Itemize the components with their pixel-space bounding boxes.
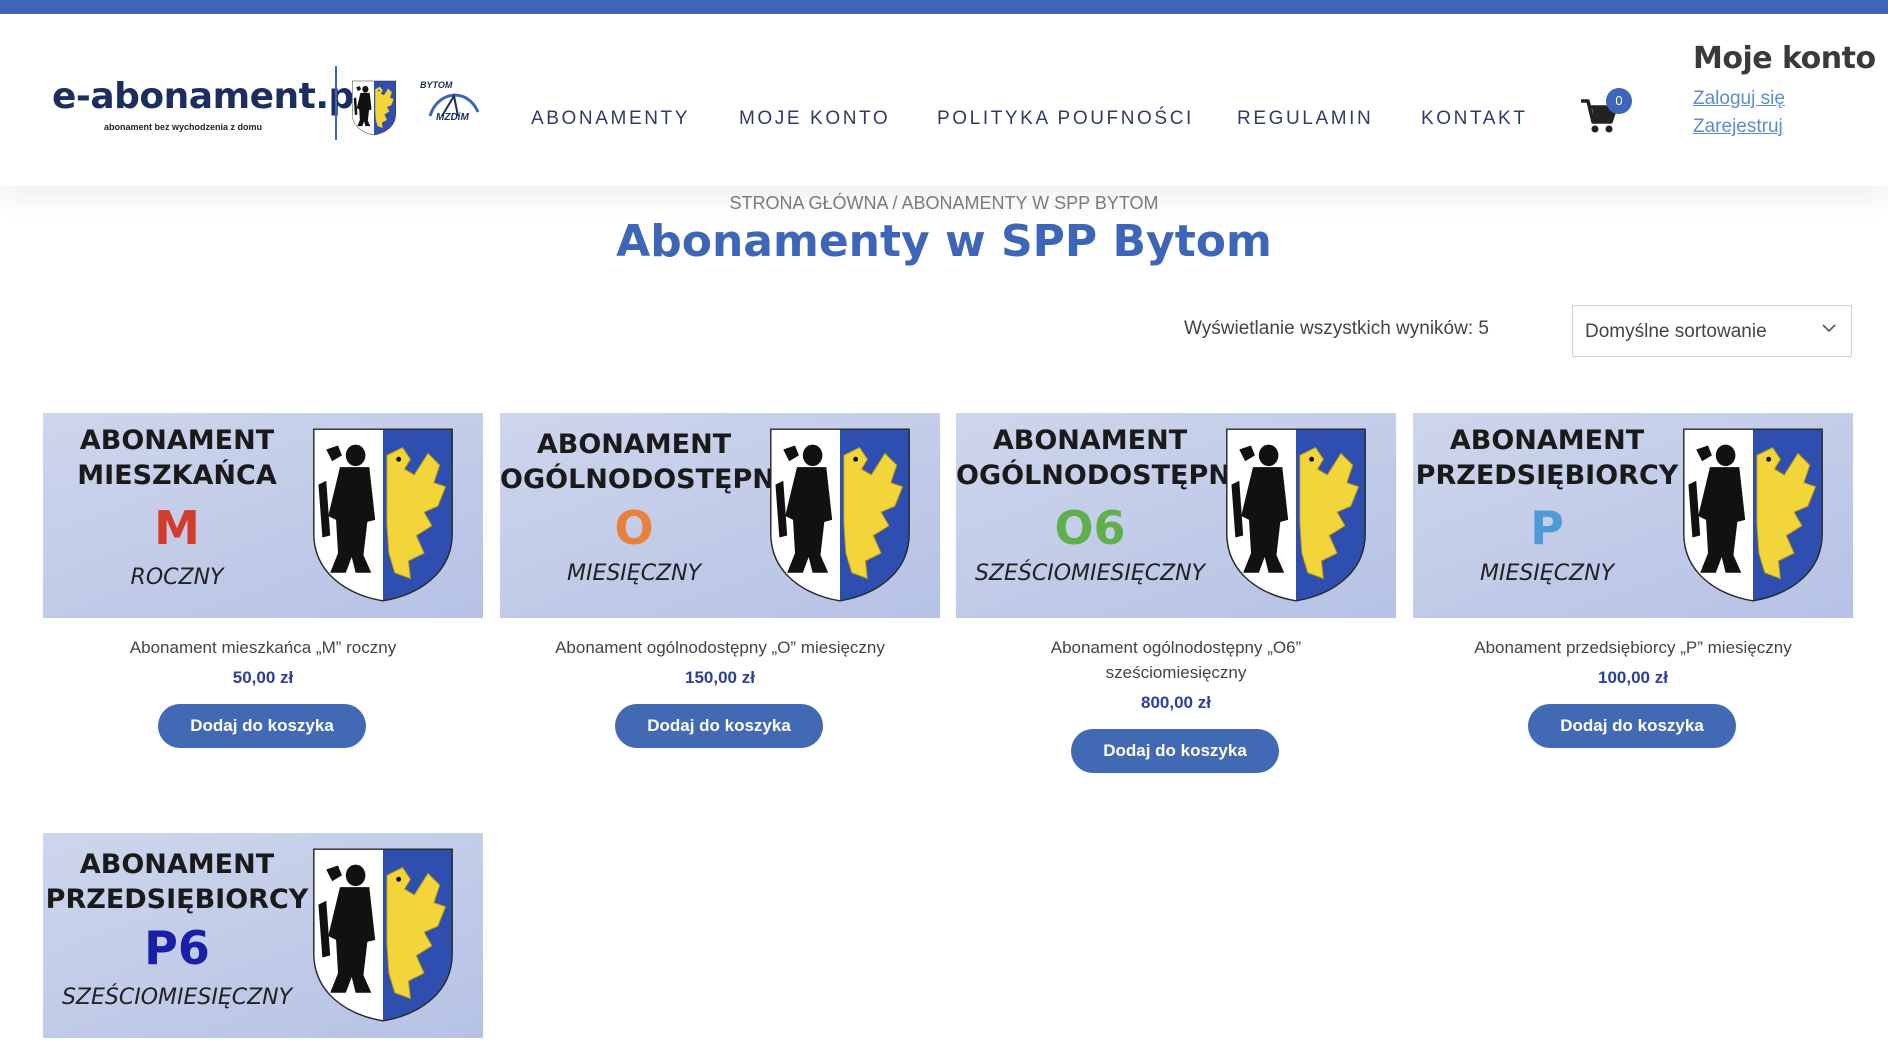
bytom-crest-icon: [313, 848, 453, 1022]
logo-wordmark: e-abonament.pl: [52, 76, 366, 117]
bytom-crest-icon: [770, 428, 910, 602]
banner-line2: PRZEDSIĘBIORCY: [45, 884, 309, 915]
page-title: Abonamenty w SPP Bytom: [616, 216, 1272, 267]
product-price: 100,00 zł: [1598, 668, 1668, 687]
product-image[interactable]: ABONAMENT MIESZKAŃCA M ROCZNY: [43, 413, 483, 618]
product-image[interactable]: ABONAMENT PRZEDSIĘBIORCY P MIESIĘCZNY: [1413, 413, 1853, 618]
results-count: Wyświetlanie wszystkich wyników: 5: [1184, 318, 1489, 339]
breadcrumb-home[interactable]: STRONA GŁÓWNA: [729, 193, 887, 213]
chevron-down-icon: [1822, 324, 1836, 333]
product-price: 50,00 zł: [232, 668, 294, 687]
banner-period: SZEŚCIOMIESIĘCZNY: [61, 985, 293, 1010]
sort-select[interactable]: Domyślne sortowanie: [1572, 305, 1852, 357]
banner-line2: MIESZKAŃCA: [77, 460, 277, 491]
banner-letter: O: [614, 501, 654, 555]
product-name[interactable]: Abonament mieszkańca „M” roczny: [43, 635, 483, 660]
bytom-crest-icon: [1683, 428, 1823, 602]
add-to-cart-button[interactable]: Dodaj do koszyka: [158, 704, 366, 748]
breadcrumb: STRONA GŁÓWNA / ABONAMENTY W SPP BYTOM: [0, 193, 1888, 214]
banner-period: MIESIĘCZNY: [566, 561, 702, 586]
banner-letter: P6: [144, 921, 210, 975]
banner-letter: P: [1530, 501, 1564, 555]
banner-line1: ABONAMENT: [992, 425, 1188, 456]
mzdim-logo: BYTOM MZDiM: [420, 80, 482, 130]
banner-period: SZEŚCIOMIESIĘCZNY: [974, 561, 1206, 586]
sort-selected-value: Domyślne sortowanie: [1585, 321, 1767, 342]
site-header: e-abonament.pl abonament bez wychodzenia…: [0, 14, 1888, 186]
mzdim-logo-name: MZDiM: [436, 112, 469, 123]
site-logo[interactable]: e-abonament.pl abonament bez wychodzenia…: [52, 66, 492, 156]
product-price: 150,00 zł: [685, 668, 755, 687]
logo-tagline: abonament bez wychodzenia z domu: [104, 122, 263, 132]
product-image[interactable]: ABONAMENT PRZEDSIĘBIORCY P6 SZEŚCIOMIESI…: [43, 833, 483, 1038]
nav-kontakt[interactable]: KONTAKT: [1421, 108, 1528, 130]
bytom-crest-icon: [313, 428, 453, 602]
banner-letter: M: [154, 501, 200, 555]
register-link[interactable]: Zarejestruj: [1693, 116, 1783, 138]
account-title: Moje konto: [1693, 41, 1876, 76]
banner-period: ROCZNY: [130, 565, 224, 590]
product-name[interactable]: Abonament przedsiębiorcy „P” miesięczny: [1413, 635, 1853, 660]
breadcrumb-separator: /: [887, 193, 902, 213]
login-link[interactable]: Zaloguj się: [1693, 88, 1785, 110]
banner-line1: ABONAMENT: [79, 849, 275, 880]
nav-polityka-poufnosci[interactable]: POLITYKA POUFNOŚCI: [937, 108, 1194, 130]
banner-letter: O6: [1054, 501, 1126, 555]
add-to-cart-button[interactable]: Dodaj do koszyka: [1528, 704, 1736, 748]
banner-line1: ABONAMENT: [79, 425, 275, 456]
add-to-cart-button[interactable]: Dodaj do koszyka: [1071, 729, 1279, 773]
banner-line2: OGÓLNODOSTĘPNY: [500, 464, 795, 495]
product-name[interactable]: Abonament ogólnodostępny „O” miesięczny: [500, 635, 940, 660]
banner-period: MIESIĘCZNY: [1479, 561, 1615, 586]
logo-divider: [335, 66, 337, 140]
nav-regulamin[interactable]: REGULAMIN: [1237, 108, 1373, 130]
banner-line1: ABONAMENT: [1449, 425, 1645, 456]
product-name-line1[interactable]: Abonament ogólnodostępny „O6”: [956, 635, 1396, 660]
product-price: 800,00 zł: [1141, 693, 1211, 712]
banner-line1: ABONAMENT: [536, 429, 732, 460]
banner-line2: OGÓLNODOSTĘPNY: [956, 460, 1251, 491]
nav-moje-konto[interactable]: MOJE KONTO: [739, 108, 890, 130]
cart-count-badge: 0: [1606, 88, 1632, 114]
top-accent-bar: [0, 0, 1888, 14]
bytom-crest-icon: [1226, 428, 1366, 602]
add-to-cart-button[interactable]: Dodaj do koszyka: [615, 704, 823, 748]
product-image[interactable]: ABONAMENT OGÓLNODOSTĘPNY O6 SZEŚCIOMIESI…: [956, 413, 1396, 618]
bytom-crest-icon: [352, 80, 396, 136]
product-image[interactable]: ABONAMENT OGÓLNODOSTĘPNY O MIESIĘCZNY: [500, 413, 940, 618]
nav-abonamenty[interactable]: ABONAMENTY: [531, 108, 690, 130]
product-name-line2[interactable]: sześciomiesięczny: [956, 660, 1396, 685]
breadcrumb-current: ABONAMENTY W SPP BYTOM: [901, 193, 1159, 213]
banner-line2: PRZEDSIĘBIORCY: [1415, 460, 1679, 491]
